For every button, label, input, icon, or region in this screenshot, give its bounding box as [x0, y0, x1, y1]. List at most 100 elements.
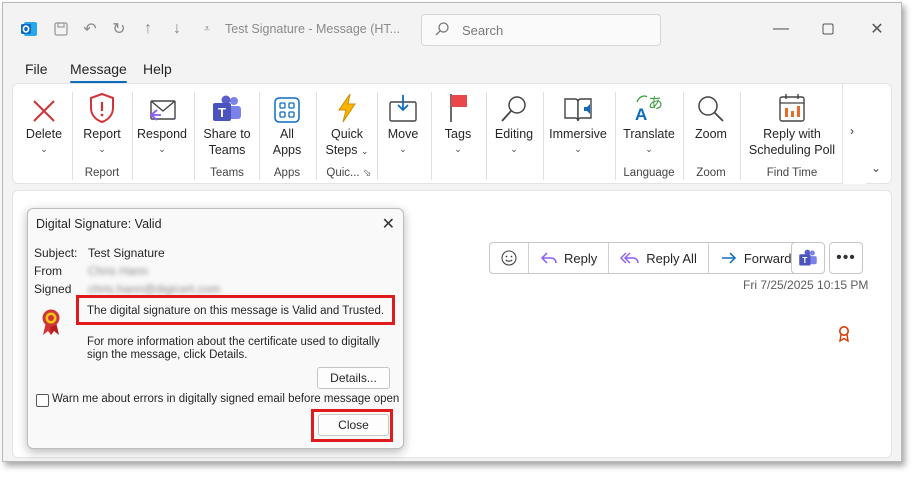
report-label: Report — [83, 127, 121, 141]
warn-errors-checkbox[interactable] — [36, 394, 49, 407]
signed-value: chris.hann@digicert.com — [88, 282, 221, 296]
customize-toolbar-icon[interactable]: ⩡ — [197, 19, 217, 39]
close-window-button[interactable]: ✕ — [865, 17, 889, 41]
tags-button[interactable]: Tags ⌄ — [436, 84, 480, 154]
smiley-icon — [501, 250, 517, 266]
report-button[interactable]: Report ⌄ — [77, 84, 127, 154]
save-icon[interactable] — [51, 19, 71, 39]
group-report-label: Report — [84, 167, 120, 179]
ribbon-divider — [259, 92, 260, 180]
outlook-logo-icon — [19, 19, 39, 39]
ribbon-divider — [316, 92, 317, 180]
from-label: From — [34, 264, 62, 278]
delete-button[interactable]: Delete ⌄ — [21, 84, 67, 154]
immersive-button[interactable]: Immersive ⌄ — [546, 84, 610, 154]
next-item-icon[interactable]: ↓ — [167, 19, 187, 39]
ribbon-divider — [615, 92, 616, 180]
details-button[interactable]: Details... — [317, 367, 390, 389]
previous-item-icon[interactable]: ↑ — [138, 19, 158, 39]
emoji-react-button[interactable] — [490, 243, 529, 273]
ribbon-divider — [683, 92, 684, 180]
shield-alert-icon — [88, 88, 116, 124]
translate-icon: Aあ — [633, 88, 665, 124]
close-highlight-box — [311, 409, 393, 442]
group-teams-label: Teams — [210, 167, 244, 179]
chevron-right-icon[interactable]: › — [850, 124, 854, 138]
share-to-teams-button[interactable]: T Share to Teams — [199, 84, 255, 158]
chevron-down-icon: ⌄ — [158, 144, 166, 154]
group-language-label: Language — [623, 167, 675, 179]
teams-icon: T — [799, 249, 817, 266]
flag-icon — [446, 88, 470, 124]
move-label: Move — [387, 127, 419, 141]
zoom-button[interactable]: Zoom — [689, 84, 733, 142]
translate-label: Translate — [623, 127, 675, 141]
maximize-button[interactable] — [816, 17, 840, 41]
dialog-close-icon[interactable]: ✕ — [382, 214, 395, 234]
lightning-icon — [335, 88, 359, 124]
dialog-launcher-icon[interactable]: ⬂ — [363, 168, 371, 179]
apps-grid-icon — [273, 88, 301, 124]
ribbon-overflow: › — [842, 84, 866, 184]
group-quick-steps-label: Quic... — [326, 167, 360, 179]
reply-all-button[interactable]: Reply All — [609, 243, 709, 273]
quick-steps-label-line2: Steps ⌄ — [325, 143, 369, 157]
teams-share-button[interactable]: T — [791, 242, 825, 274]
svg-text:T: T — [802, 256, 807, 265]
editing-button[interactable]: Editing ⌄ — [489, 84, 539, 154]
group-apps-label: Apps — [273, 167, 301, 179]
reply-scheduling-label-line1: Reply with — [763, 127, 821, 141]
reply-all-arrow-icon — [620, 252, 639, 264]
svg-text:あ: あ — [648, 94, 663, 112]
digital-signature-dialog: Digital Signature: Valid ✕ Subject: Test… — [27, 208, 404, 449]
quick-steps-label-line1: Quick — [331, 127, 363, 141]
ellipsis-icon: ••• — [836, 249, 856, 266]
search-icon — [434, 21, 450, 40]
message-action-bar: Reply Reply All Forward — [489, 242, 804, 274]
subject-value: Test Signature — [88, 246, 165, 260]
respond-button[interactable]: Respond ⌄ — [135, 84, 189, 154]
reply-scheduling-label-line2: Scheduling Poll — [748, 143, 836, 157]
warn-errors-label: Warn me about errors in digitally signed… — [52, 393, 400, 405]
tags-label: Tags — [444, 127, 472, 141]
ribbon: Delete ⌄ Report ⌄ Report Respond ⌄ T Sha… — [12, 83, 892, 184]
more-actions-button[interactable]: ••• — [829, 242, 863, 274]
all-apps-label-line2: Apps — [272, 143, 302, 157]
tab-help[interactable]: Help — [143, 61, 172, 77]
chevron-down-icon: ⌄ — [574, 144, 582, 154]
chevron-down-icon: ⌄ — [454, 144, 462, 154]
svg-text:A: A — [635, 105, 647, 124]
tab-message[interactable]: Message — [70, 61, 127, 83]
quick-steps-button[interactable]: Quick Steps ⌄ — [321, 84, 373, 158]
reply-with-scheduling-poll-button[interactable]: Reply with Scheduling Poll — [743, 84, 841, 158]
reply-button[interactable]: Reply — [529, 243, 610, 273]
immersive-label: Immersive — [549, 127, 607, 141]
minimize-button[interactable]: — — [769, 17, 793, 41]
status-highlight-box — [76, 295, 395, 325]
ribbon-divider — [132, 92, 133, 180]
ribbon-divider — [377, 92, 378, 180]
translate-button[interactable]: Aあ Translate ⌄ — [619, 84, 679, 154]
signature-ribbon-icon[interactable] — [838, 325, 850, 346]
immersive-reader-icon — [562, 88, 594, 124]
all-apps-button[interactable]: All Apps — [263, 84, 311, 158]
chevron-down-icon: ⌄ — [645, 144, 653, 154]
forward-button[interactable]: Forward — [709, 243, 803, 273]
ribbon-divider — [194, 92, 195, 180]
collapse-ribbon-chevron-icon[interactable]: ⌄ — [871, 161, 881, 175]
undo-icon[interactable]: ↶ — [80, 19, 100, 39]
forward-arrow-icon — [721, 252, 736, 264]
chevron-down-icon: ⌄ — [399, 144, 407, 154]
redo-icon[interactable]: ↻ — [109, 19, 129, 39]
move-folder-icon — [388, 88, 418, 124]
search-placeholder: Search — [462, 23, 504, 38]
move-button[interactable]: Move ⌄ — [381, 84, 425, 154]
title-bar: ↶ ↻ ↑ ↓ ⩡ Test Signature - Message (HT..… — [3, 3, 901, 55]
tab-file[interactable]: File — [25, 61, 48, 77]
window-title: Test Signature - Message (HT... — [225, 22, 401, 36]
outlook-window: ↶ ↻ ↑ ↓ ⩡ Test Signature - Message (HT..… — [2, 2, 902, 462]
message-date: Fri 7/25/2025 10:15 PM — [743, 278, 869, 292]
group-zoom-label: Zoom — [696, 167, 726, 179]
ribbon-divider — [431, 92, 432, 180]
search-box[interactable]: Search — [421, 14, 661, 46]
